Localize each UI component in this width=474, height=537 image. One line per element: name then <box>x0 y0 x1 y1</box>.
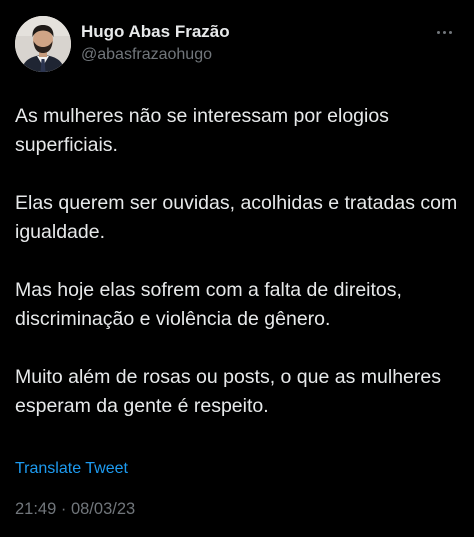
tweet-paragraph: Elas querem ser ouvidas, acolhidas e tra… <box>15 192 458 243</box>
more-dot <box>448 30 452 34</box>
tweet-header: Hugo Abas Frazão @abasfrazaohugo <box>15 16 459 72</box>
tweet-paragraph: Muito além de rosas ou posts, o que as m… <box>15 366 441 417</box>
tweet-detail: Hugo Abas Frazão @abasfrazaohugo As mulh… <box>0 0 474 537</box>
avatar[interactable] <box>15 16 71 72</box>
tweet-paragraph: Mas hoje elas sofrem com a falta de dire… <box>15 279 402 330</box>
tweet-timestamp[interactable]: 21:49 · 08/03/23 <box>15 499 135 519</box>
more-dot <box>436 30 440 34</box>
more-dot <box>442 30 446 34</box>
translate-tweet-link[interactable]: Translate Tweet <box>15 459 128 479</box>
author-names: Hugo Abas Frazão @abasfrazaohugo <box>81 21 230 66</box>
more-horizontal-icon[interactable] <box>429 22 459 42</box>
author-handle[interactable]: @abasfrazaohugo <box>81 44 230 66</box>
tweet-paragraph: As mulheres não se interessam por elogio… <box>15 105 389 156</box>
avatar-photo <box>15 16 71 72</box>
author-display-name[interactable]: Hugo Abas Frazão <box>81 21 230 43</box>
tweet-text: As mulheres não se interessam por elogio… <box>15 102 465 450</box>
